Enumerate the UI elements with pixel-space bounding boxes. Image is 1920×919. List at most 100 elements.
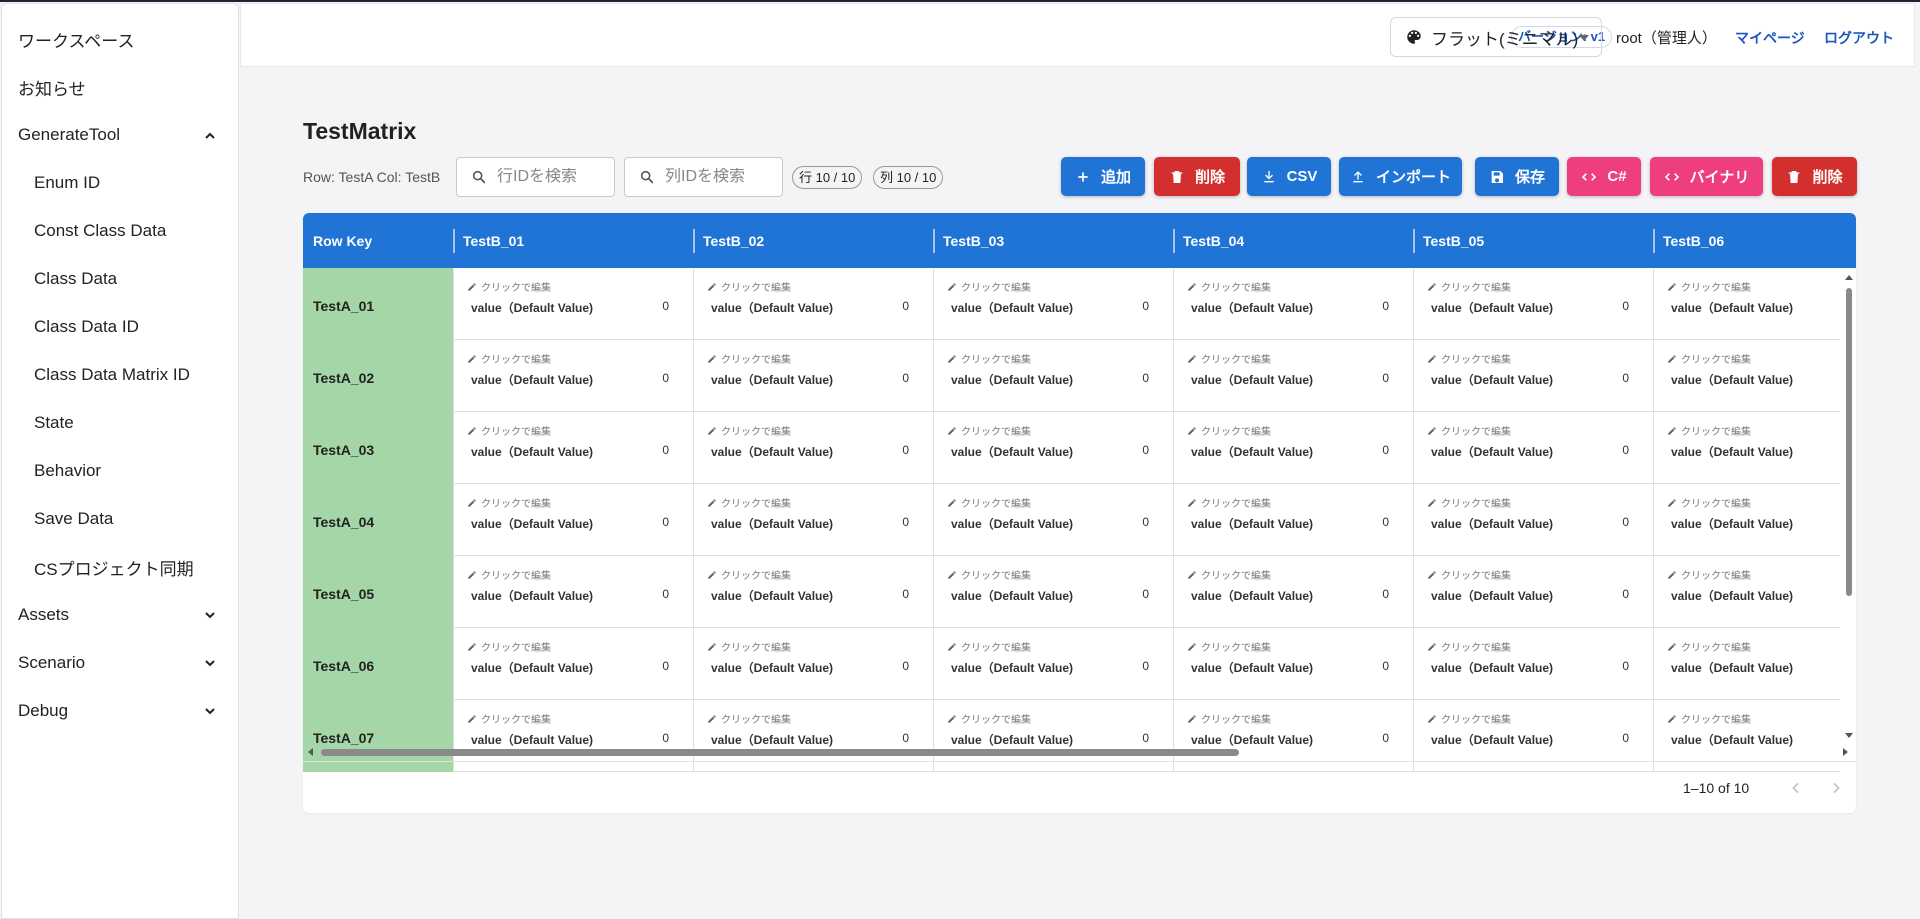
matrix-cell[interactable]: クリックで編集value（Default Value)0 — [693, 484, 933, 556]
mypage-link[interactable]: マイページ — [1735, 28, 1805, 48]
next-page-button[interactable] — [1825, 777, 1847, 799]
sidebar-item-state[interactable]: State — [2, 401, 238, 445]
sidebar-item-item-0[interactable]: ワークスペース — [2, 17, 238, 61]
binary-export-button[interactable]: バイナリ — [1650, 157, 1763, 196]
matrix-cell[interactable]: クリックで編集value（Default Value)0 — [693, 340, 933, 412]
matrix-cell[interactable]: クリックで編集value（Default Value)0 — [1413, 628, 1653, 700]
button-label: CSV — [1286, 168, 1318, 185]
sidebar-item-enum-id[interactable]: Enum ID — [2, 161, 238, 205]
sidebar-item-class-data-matrix-id[interactable]: Class Data Matrix ID — [2, 353, 238, 397]
scroll-up-arrow-icon[interactable] — [1845, 275, 1853, 280]
matrix-cell[interactable]: クリックで編集value（Default Value)0 — [1173, 628, 1413, 700]
sidebar-item-behavior[interactable]: Behavior — [2, 449, 238, 493]
edit-hint-text: クリックで編集 — [1681, 427, 1751, 438]
matrix-cell[interactable]: クリックで編集value（Default Value)0 — [1413, 412, 1653, 484]
matrix-cell[interactable]: クリックで編集value（Default Value)0 — [1413, 340, 1653, 412]
col-search-field[interactable] — [624, 157, 783, 197]
delete-all-button[interactable]: 削除 — [1772, 157, 1857, 196]
import-button[interactable]: インポート — [1339, 157, 1462, 196]
sidebar-item-cs[interactable]: CSプロジェクト同期 — [2, 545, 238, 589]
matrix-cell[interactable]: クリックで編集value（Default Value)0 — [933, 556, 1173, 628]
matrix-cell[interactable]: クリックで編集value（Default Value)0 — [933, 484, 1173, 556]
chevron-down-icon[interactable] — [202, 655, 218, 671]
matrix-cell[interactable]: クリックで編集value（Default Value)0 — [453, 628, 693, 700]
chevron-up-icon[interactable] — [202, 127, 218, 143]
matrix-cell[interactable]: クリックで編集value（Default Value)0 — [933, 340, 1173, 412]
row-search-field[interactable] — [456, 157, 615, 197]
edit-hint: クリックで編集 — [1187, 495, 1271, 510]
sidebar-item-item-1[interactable]: お知らせ — [2, 65, 238, 109]
matrix-cell[interactable]: クリックで編集value（Default Value)0 — [1413, 484, 1653, 556]
chevron-down-icon[interactable] — [202, 607, 218, 623]
matrix-cell[interactable]: クリックで編集value（Default Value)0 — [933, 412, 1173, 484]
sidebar-item-save-data[interactable]: Save Data — [2, 497, 238, 541]
logout-link[interactable]: ログアウト — [1824, 28, 1894, 48]
vertical-scroll-thumb[interactable] — [1846, 288, 1852, 596]
sidebar-item-const-class-data[interactable]: Const Class Data — [2, 209, 238, 253]
col-search-input[interactable] — [665, 168, 775, 186]
matrix-cell[interactable]: クリックで編集value（Default Value)0 — [693, 412, 933, 484]
sidebar-item-assets[interactable]: Assets — [2, 593, 238, 637]
save-button[interactable]: 保存 — [1475, 157, 1559, 196]
sidebar-item-generatetool[interactable]: GenerateTool — [2, 113, 238, 157]
pencil-icon — [1188, 498, 1196, 507]
cell-field-label: value（Default Value) — [951, 589, 1074, 603]
scroll-right-arrow-icon[interactable] — [1843, 748, 1848, 756]
matrix-cell[interactable]: クリックで編集value（Default Value)0 — [1173, 268, 1413, 340]
matrix-cell[interactable]: クリックで編集value（Default Value)0 — [693, 556, 933, 628]
csv-button[interactable]: CSV — [1247, 157, 1331, 196]
matrix-cell[interactable]: クリックで編集value（Default Value)0 — [1653, 412, 1840, 484]
sidebar-item-debug[interactable]: Debug — [2, 689, 238, 733]
prev-page-button[interactable] — [1785, 777, 1807, 799]
sidebar-item-class-data[interactable]: Class Data — [2, 257, 238, 301]
sidebar-item-class-data-id[interactable]: Class Data ID — [2, 305, 238, 349]
matrix-cell[interactable]: クリックで編集value（Default Value)0 — [1173, 340, 1413, 412]
column-header-testb_04[interactable]: TestB_04 — [1173, 213, 1413, 268]
column-header-testb_02[interactable]: TestB_02 — [693, 213, 933, 268]
matrix-cell[interactable]: クリックで編集value（Default Value)0 — [1653, 340, 1840, 412]
pagination-text: 1–10 of 10 — [1683, 780, 1750, 796]
column-header-testb_05[interactable]: TestB_05 — [1413, 213, 1653, 268]
matrix-cell[interactable]: クリックで編集value（Default Value)0 — [1413, 556, 1653, 628]
matrix-cell[interactable]: クリックで編集value（Default Value)0 — [1653, 268, 1840, 340]
matrix-cell[interactable]: クリックで編集value（Default Value)0 — [1173, 484, 1413, 556]
matrix-cell[interactable]: クリックで編集value（Default Value)0 — [453, 556, 693, 628]
delete-button[interactable]: 削除 — [1154, 157, 1240, 196]
matrix-cell[interactable]: クリックで編集value（Default Value)0 — [693, 268, 933, 340]
horizontal-scrollbar[interactable] — [303, 746, 1856, 758]
pencil-icon — [708, 642, 716, 651]
horizontal-scroll-thumb[interactable] — [321, 749, 1239, 756]
matrix-cell[interactable]: クリックで編集value（Default Value)0 — [1653, 628, 1840, 700]
scroll-left-arrow-icon[interactable] — [308, 748, 313, 756]
matrix-cell[interactable]: クリックで編集value（Default Value)0 — [1653, 556, 1840, 628]
matrix-cell[interactable]: クリックで編集value（Default Value)0 — [453, 268, 693, 340]
sidebar-item-scenario[interactable]: Scenario — [2, 641, 238, 685]
matrix-cell[interactable]: クリックで編集value（Default Value)0 — [1653, 484, 1840, 556]
cell-field-label: value（Default Value) — [951, 373, 1074, 387]
edit-hint-text: クリックで編集 — [1681, 643, 1751, 654]
matrix-cell[interactable]: クリックで編集value（Default Value)0 — [1173, 556, 1413, 628]
matrix-cell[interactable]: クリックで編集value（Default Value)0 — [933, 628, 1173, 700]
csharp-export-button[interactable]: C# — [1567, 157, 1641, 196]
matrix-cell[interactable]: クリックで編集value（Default Value)0 — [693, 628, 933, 700]
column-header-row-key[interactable]: Row Key — [303, 213, 453, 268]
row-search-input[interactable] — [497, 168, 607, 186]
theme-select[interactable]: フラット(ミニマル) — [1390, 17, 1602, 57]
matrix-cell[interactable]: クリックで編集value（Default Value)0 — [453, 340, 693, 412]
column-header-testb_03[interactable]: TestB_03 — [933, 213, 1173, 268]
scroll-down-arrow-icon[interactable] — [1845, 733, 1853, 738]
cell-field-label: value（Default Value) — [471, 445, 594, 459]
matrix-cell[interactable]: クリックで編集value（Default Value)0 — [453, 412, 693, 484]
add-button[interactable]: 追加 — [1061, 157, 1145, 196]
edit-hint: クリックで編集 — [1427, 423, 1511, 438]
cell-field-label: value（Default Value) — [1431, 373, 1554, 387]
column-header-testb_06[interactable]: TestB_06 — [1653, 213, 1856, 268]
matrix-cell[interactable]: クリックで編集value（Default Value)0 — [1173, 412, 1413, 484]
chevron-down-icon[interactable] — [202, 703, 218, 719]
edit-hint: クリックで編集 — [1427, 711, 1511, 726]
matrix-cell[interactable]: クリックで編集value（Default Value)0 — [1413, 268, 1653, 340]
matrix-cell[interactable]: クリックで編集value（Default Value)0 — [453, 484, 693, 556]
matrix-cell[interactable]: クリックで編集value（Default Value)0 — [933, 268, 1173, 340]
vertical-scrollbar[interactable] — [1844, 273, 1854, 743]
column-header-testb_01[interactable]: TestB_01 — [453, 213, 693, 268]
